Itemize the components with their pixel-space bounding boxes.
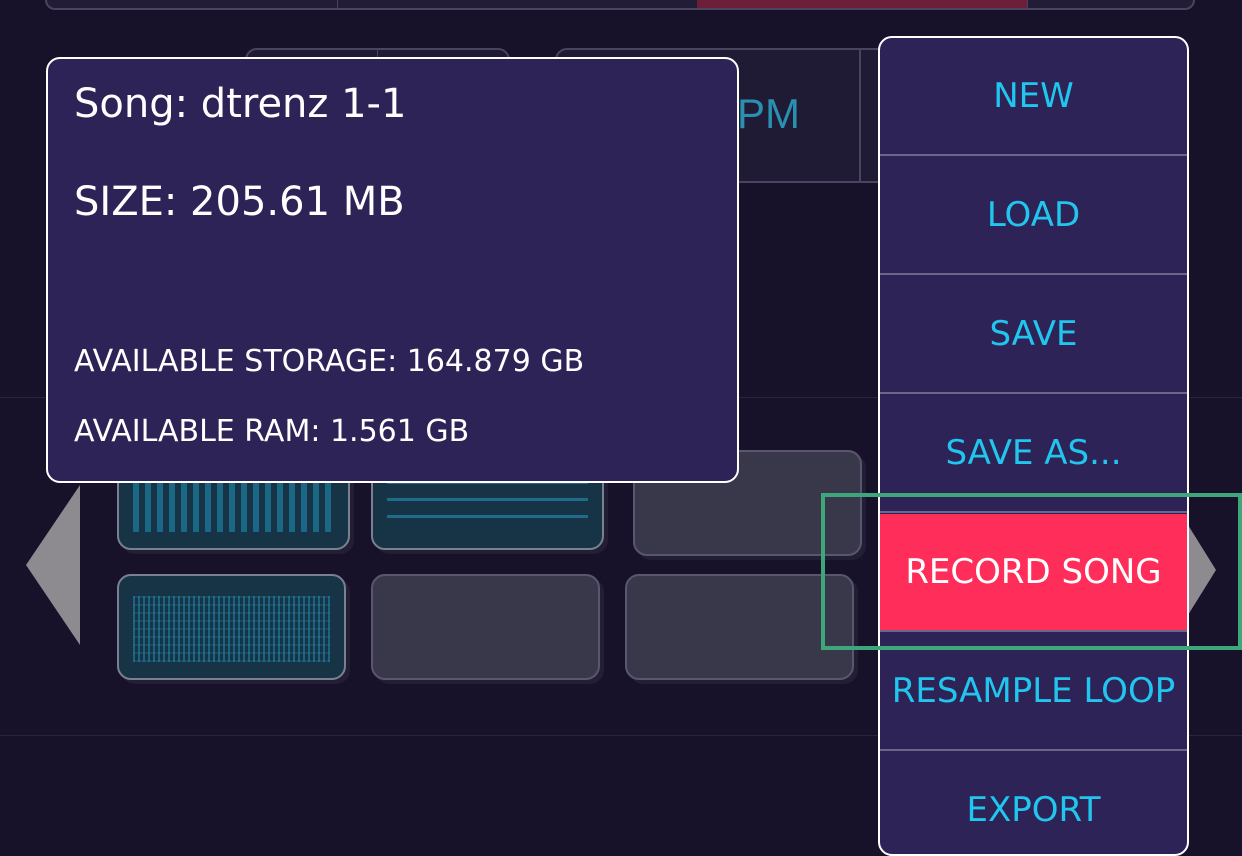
top-bar-accent bbox=[697, 0, 1027, 8]
bpm-label: PM bbox=[737, 90, 800, 137]
song-name: Song: dtrenz 1-1 bbox=[74, 81, 407, 127]
song-size: SIZE: 205.61 MB bbox=[74, 179, 405, 225]
menu-item-load[interactable]: LOAD bbox=[880, 157, 1187, 275]
loop-pad-4[interactable] bbox=[117, 574, 346, 680]
song-info-panel: Song: dtrenz 1-1 SIZE: 205.61 MB AVAILAB… bbox=[46, 57, 739, 483]
menu-item-save[interactable]: SAVE bbox=[880, 276, 1187, 394]
top-bar bbox=[45, 0, 1195, 10]
loop-pad-6[interactable] bbox=[625, 574, 854, 680]
available-storage: AVAILABLE STORAGE: 164.879 GB bbox=[74, 344, 585, 379]
menu-item-export[interactable]: EXPORT bbox=[880, 752, 1187, 854]
prev-page-arrow-icon[interactable] bbox=[26, 485, 80, 645]
song-menu: NEW LOAD SAVE SAVE AS... RECORD SONG RES… bbox=[878, 36, 1189, 856]
menu-item-new[interactable]: NEW bbox=[880, 38, 1187, 156]
loop-pad-5[interactable] bbox=[371, 574, 600, 680]
selection-highlight bbox=[821, 493, 1242, 650]
menu-item-resample-loop[interactable]: RESAMPLE LOOP bbox=[880, 633, 1187, 751]
available-ram: AVAILABLE RAM: 1.561 GB bbox=[74, 414, 470, 449]
